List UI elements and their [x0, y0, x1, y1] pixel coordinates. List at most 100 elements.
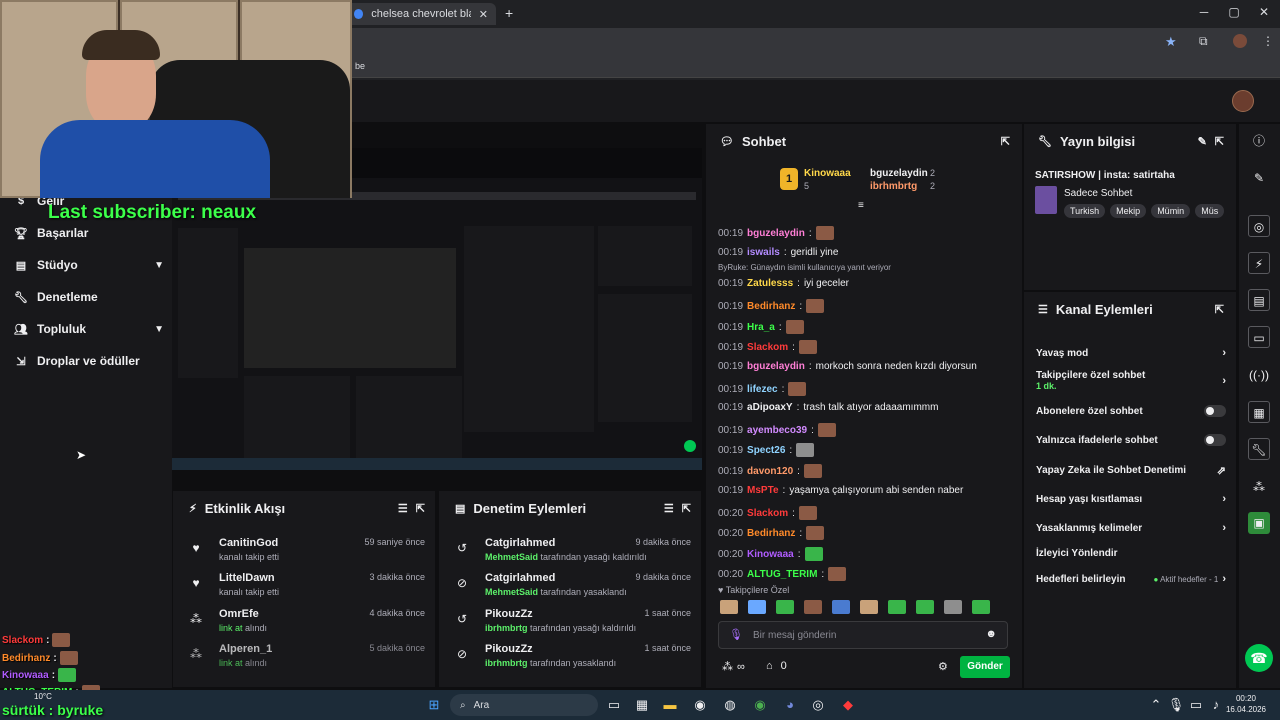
pencil-icon[interactable]: ✎ — [1248, 167, 1270, 189]
popout-icon[interactable]: ⇱ — [1215, 303, 1224, 316]
steam-icon[interactable]: ◍ — [720, 695, 740, 715]
profile-avatar[interactable] — [1233, 34, 1247, 48]
tag[interactable]: Müs — [1195, 204, 1224, 218]
message-user[interactable]: Slackom — [747, 508, 788, 519]
message-user[interactable]: aDipoaxY — [747, 402, 793, 413]
emote-icon[interactable] — [944, 600, 962, 614]
chat-bubble-icon[interactable]: ▭ — [1248, 326, 1270, 348]
activity-item[interactable]: ♥ CanitinGod kanalı takip etti 59 saniye … — [189, 537, 425, 571]
message-user[interactable]: Bedirhanz — [747, 528, 795, 539]
chat-message[interactable]: 00:19 aDipoaxY: trash talk atıyor adaaamım… — [718, 402, 938, 413]
message-user[interactable]: lifezec — [747, 384, 778, 395]
info-icon[interactable]: ⓘ — [1248, 130, 1270, 152]
chat-message[interactable]: 00:19 davon120: — [718, 464, 822, 478]
drops-counter[interactable]: ⌂ 0 — [766, 660, 787, 672]
chat-input[interactable]: 🎙︎ Bir mesaj gönderin ☻ — [718, 621, 1008, 649]
browser-menu-icon[interactable]: ⋮ — [1262, 34, 1274, 48]
mod-action-item[interactable]: ⊘ PikouzZz ibrhmbrtg tarafından yasakland… — [455, 643, 691, 677]
focus-icon[interactable]: ◎ — [1248, 215, 1270, 237]
message-user[interactable]: bguzelaydin — [747, 228, 805, 239]
chrome-icon[interactable]: ◉ — [750, 695, 770, 715]
action-emote-only[interactable]: Yalnızca ifadelerle sohbet — [1036, 434, 1226, 446]
subscribers-only-toggle[interactable] — [1204, 405, 1226, 417]
filter-icon[interactable]: ☰ — [664, 502, 674, 515]
popout-icon[interactable]: ⇱ — [682, 502, 691, 515]
chat-message[interactable]: 00:19 lifezec: — [718, 382, 807, 396]
action-goals[interactable]: Hedefleri belirleyin ● Aktif hedefler - 1… — [1036, 573, 1226, 585]
new-tab-button[interactable]: + — [505, 5, 513, 21]
send-button[interactable]: Gönder — [960, 656, 1010, 678]
extensions-icon[interactable]: ⧉ — [1199, 34, 1208, 49]
mod-action-item[interactable]: ↺ PikouzZz ibrhmbrtg tarafından yasağı ka… — [455, 608, 691, 642]
emote-icon[interactable] — [776, 600, 794, 614]
action-raid[interactable]: İzleyici Yönlendir — [1036, 548, 1226, 559]
close-window-icon[interactable]: ✕ — [1254, 5, 1274, 19]
chat-message[interactable]: 00:19 Slackom: — [718, 340, 817, 354]
emote-icon[interactable] — [916, 600, 934, 614]
message-user[interactable]: bguzelaydin — [747, 361, 805, 372]
popout-icon[interactable]: ⇱ — [1001, 135, 1010, 148]
message-user[interactable]: davon120 — [747, 466, 793, 477]
filter-icon[interactable]: ☰ — [398, 502, 408, 515]
taskbar-search[interactable]: ⌕ Ara — [450, 694, 598, 716]
action-followers-only[interactable]: Takipçilere özel sohbet 1 dk. › — [1036, 370, 1226, 391]
minimize-icon[interactable]: ─ — [1194, 5, 1214, 19]
mod-action-item[interactable]: ⊘ Catgirlahmed MehmetSaid tarafından yasa… — [455, 572, 691, 606]
chat-message[interactable]: 00:19 MsPTe: yaşamya çalışıyorum abi sende… — [718, 485, 963, 496]
network-icon[interactable]: ▭ — [1186, 695, 1206, 715]
chat-message[interactable]: 00:19 Hra_a: — [718, 320, 804, 334]
obs-icon[interactable]: ◉ — [690, 695, 710, 715]
message-user[interactable]: Kinowaaa — [747, 549, 794, 560]
browser-tab[interactable]: chelsea chevrolet black kit - Go ✕ — [346, 3, 496, 25]
chat-message[interactable]: 00:20 ALTUG_TERIM: — [718, 567, 847, 581]
tag[interactable]: Mümin — [1151, 204, 1191, 218]
message-user[interactable]: ALTUG_TERIM — [747, 569, 817, 580]
extension-icon[interactable]: ▣ — [1248, 512, 1270, 534]
chat-message[interactable]: 00:19 Spect26: — [718, 443, 815, 457]
emote-icon[interactable] — [972, 600, 990, 614]
tag[interactable]: Turkish — [1064, 204, 1106, 218]
bookmark-item[interactable]: be — [355, 61, 365, 71]
microphone-icon[interactable]: 🎙︎ — [1166, 695, 1186, 715]
sidebar-item-droplar[interactable]: ⇲ Droplar ve ödüller — [14, 354, 164, 368]
channel-points[interactable]: ⁂ ∞ — [722, 660, 745, 674]
discord-icon[interactable]: ◕ — [780, 695, 800, 715]
action-ai-moderation[interactable]: Yapay Zeka ile Sohbet Denetimi ⇗ — [1036, 464, 1226, 477]
windows-start-icon[interactable]: ⊞ — [424, 695, 444, 715]
sidebar-item-denetleme[interactable]: 🔧︎ Denetleme — [14, 290, 164, 304]
message-user[interactable]: Bedirhanz — [747, 301, 795, 312]
sidebar-item-basarilar[interactable]: 🏆︎ Başarılar — [14, 226, 164, 240]
emote-icon[interactable] — [860, 600, 878, 614]
edit-icon[interactable]: ✎ — [1198, 135, 1207, 148]
sidebar-item-topluluk[interactable]: 👥︎ Topluluk ▼ — [14, 322, 164, 336]
message-user[interactable]: Slackom — [747, 342, 788, 353]
chat-message[interactable]: 00:19 iswails: geridli yine — [718, 247, 838, 258]
collapse-icon[interactable]: ≡ — [858, 200, 864, 211]
maximize-icon[interactable]: ▢ — [1224, 5, 1244, 19]
clock-time[interactable]: 00:20 — [1228, 694, 1264, 703]
broadcast-icon[interactable]: ((·)) — [1248, 364, 1270, 386]
emote-icon[interactable] — [888, 600, 906, 614]
emote-icon[interactable] — [748, 600, 766, 614]
lightning-icon[interactable]: ⚡︎ — [1248, 252, 1270, 274]
chat-message[interactable]: 00:19 bguzelaydin: morkoch sonra neden kız… — [718, 361, 977, 372]
message-user[interactable]: Hra_a — [747, 322, 775, 333]
message-user[interactable]: Zatulesss — [747, 278, 793, 289]
sidebar-item-studyo[interactable]: ▤ Stüdyo ▼ — [14, 258, 164, 272]
emote-icon[interactable] — [804, 600, 822, 614]
action-account-age[interactable]: Hesap yaşı kısıtlaması › — [1036, 493, 1226, 505]
chat-message[interactable]: 00:20 Bedirhanz: — [718, 526, 825, 540]
wrench-icon[interactable]: 🔧︎ — [1248, 438, 1270, 460]
game-launcher-icon[interactable]: ◆ — [838, 695, 858, 715]
chat-message[interactable]: 00:20 Slackom: — [718, 506, 817, 520]
points-icon[interactable]: ⁂ — [1248, 476, 1270, 498]
microphone-icon[interactable]: 🎙︎ — [729, 628, 743, 641]
headset-help-icon[interactable]: ☎ — [1245, 644, 1273, 672]
activity-item[interactable]: ⁂ OmrEfe link at alındı 4 dakika önce — [189, 608, 425, 642]
action-banned-words[interactable]: Yasaklanmış kelimeler › — [1036, 522, 1226, 534]
message-user[interactable]: ayembeco39 — [747, 425, 807, 436]
calculator-icon[interactable]: ▦ — [632, 695, 652, 715]
popout-icon[interactable]: ⇱ — [416, 502, 425, 515]
document-icon[interactable]: ▤ — [1248, 289, 1270, 311]
layout-icon[interactable]: ▦ — [1248, 401, 1270, 423]
